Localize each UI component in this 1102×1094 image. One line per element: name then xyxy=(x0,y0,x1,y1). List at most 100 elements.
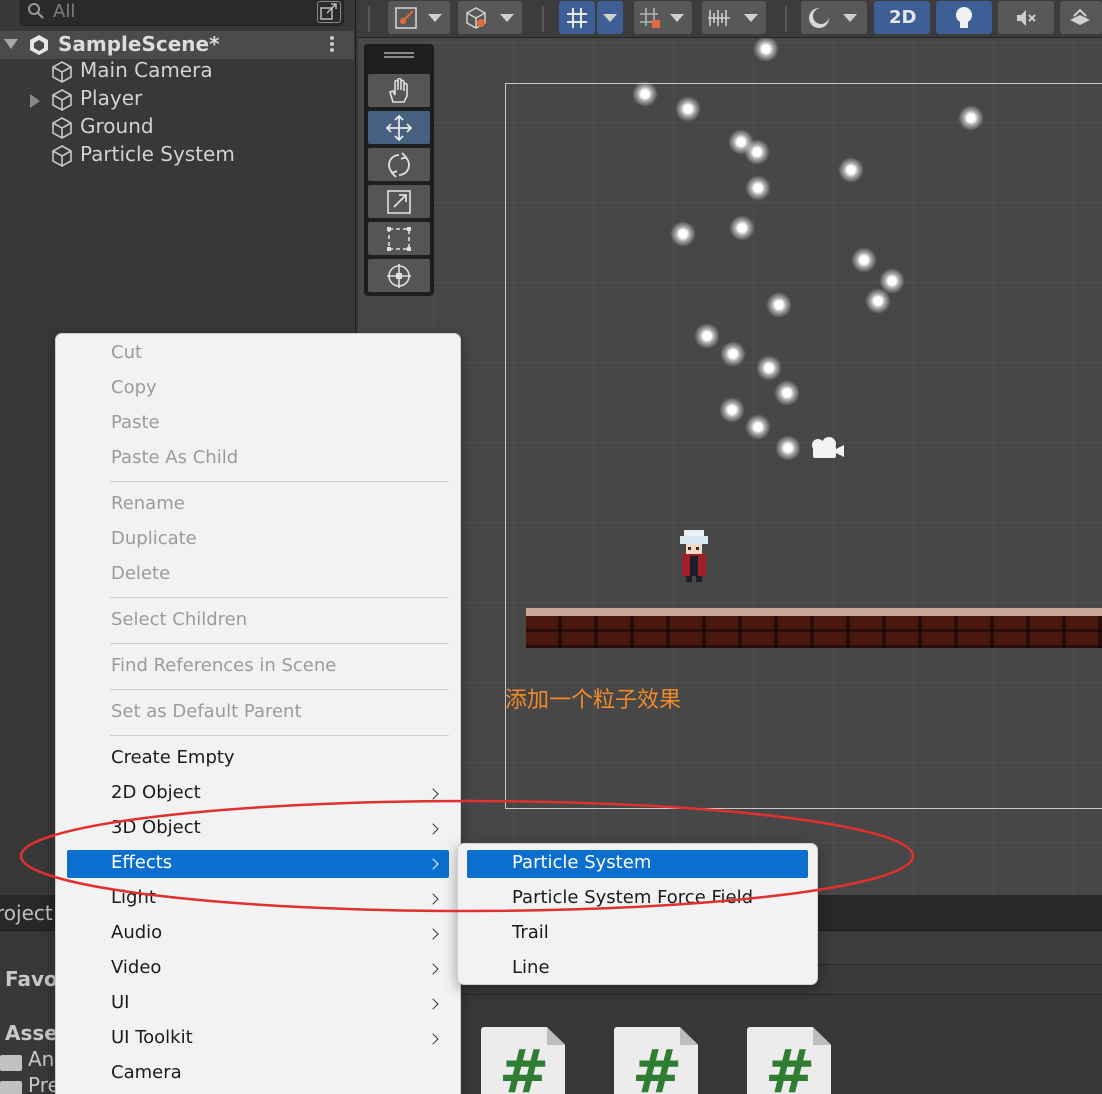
search-icon xyxy=(28,3,44,19)
lightbulb-icon xyxy=(956,7,972,28)
submenu-item-line[interactable]: Line xyxy=(467,955,808,983)
menu-item-label: Effects xyxy=(111,852,173,873)
hierarchy-item-particle-system[interactable]: Particle System xyxy=(0,142,354,170)
particle xyxy=(745,175,771,201)
page-fold xyxy=(547,1027,565,1045)
menu-item-label: 3D Object xyxy=(111,817,201,838)
menu-item-light[interactable]: Light xyxy=(67,885,449,913)
ground-tiles[interactable] xyxy=(526,608,1102,648)
move-tool-button[interactable] xyxy=(368,111,430,144)
menu-item-paste-as-child[interactable]: Paste As Child xyxy=(67,445,449,473)
menu-item-label: Set as Default Parent xyxy=(111,701,302,722)
gameobject-cube-icon xyxy=(52,117,72,139)
menu-item-label: UI xyxy=(111,992,130,1013)
folder-icon xyxy=(0,1081,22,1094)
csharp-script-asset[interactable]: # xyxy=(481,1027,565,1094)
audio-toggle[interactable] xyxy=(998,1,1054,34)
menu-item-effects[interactable]: Effects xyxy=(67,850,449,878)
menu-item-video[interactable]: Video xyxy=(67,955,449,983)
csharp-script-asset[interactable]: # xyxy=(614,1027,698,1094)
mute-speaker-icon xyxy=(1017,10,1036,26)
hierarchy-item-player[interactable]: Player xyxy=(0,86,354,114)
grid-snapping-toggle[interactable] xyxy=(559,1,595,34)
toolbar-separator xyxy=(368,6,370,32)
annotation-text: 添加一个粒子效果 xyxy=(505,688,682,713)
toggle-2d-label: 2D xyxy=(889,7,917,28)
tab-project[interactable]: roject xyxy=(0,901,53,925)
grid-dropdown-button[interactable] xyxy=(597,1,623,34)
expand-arrow-icon[interactable] xyxy=(30,94,40,108)
scene-row[interactable]: SampleScene* xyxy=(0,31,354,59)
menu-item-copy[interactable]: Copy xyxy=(67,375,449,403)
menu-item-camera[interactable]: Camera xyxy=(67,1060,449,1088)
hierarchy-item-ground[interactable]: Ground xyxy=(0,114,354,142)
scale-tool-button[interactable] xyxy=(368,185,430,218)
menu-item-label: Rename xyxy=(111,493,185,514)
menu-separator xyxy=(110,735,449,736)
menu-item-ui[interactable]: UI xyxy=(67,990,449,1018)
expand-icon xyxy=(320,3,337,20)
scene-view[interactable]: 添加一个粒子效果 xyxy=(358,38,1102,895)
favorites-header[interactable]: Favo xyxy=(5,967,58,991)
view-tool-button[interactable] xyxy=(368,74,430,107)
camera-gizmo-icon[interactable] xyxy=(810,436,846,462)
ruler-icon xyxy=(708,10,730,26)
hash-icon: # xyxy=(765,1037,816,1094)
rect-tool-button[interactable] xyxy=(368,222,430,255)
menu-item-label: Video xyxy=(111,957,162,978)
toggle-2d-button[interactable]: 2D xyxy=(874,1,930,34)
global-local-icon xyxy=(466,7,486,29)
menu-item-cut[interactable]: Cut xyxy=(67,340,449,368)
menu-separator xyxy=(110,597,449,598)
menu-item-audio[interactable]: Audio xyxy=(67,920,449,948)
effects-submenu: Particle System Particle System Force Fi… xyxy=(457,843,818,985)
lighting-toggle[interactable] xyxy=(936,1,992,34)
menu-separator xyxy=(110,481,449,482)
menu-item-label: Paste As Child xyxy=(111,447,239,468)
draw-mode-button[interactable] xyxy=(801,1,867,34)
menu-item-paste[interactable]: Paste xyxy=(67,410,449,438)
unity-scene-icon xyxy=(30,35,48,55)
collapse-arrow-icon[interactable] xyxy=(4,39,18,49)
csharp-script-asset[interactable]: # xyxy=(747,1027,831,1094)
menu-item-create-empty[interactable]: Create Empty xyxy=(67,745,449,773)
transform-tool-button[interactable] xyxy=(368,259,430,292)
player-sprite[interactable] xyxy=(676,528,712,584)
particle xyxy=(670,221,696,247)
menu-separator xyxy=(110,643,449,644)
effects-toggle[interactable] xyxy=(1060,1,1102,34)
palette-grip-icon[interactable] xyxy=(384,52,414,58)
menu-item-select-children[interactable]: Select Children xyxy=(67,607,449,635)
submenu-item-particle-force-field[interactable]: Particle System Force Field xyxy=(467,885,808,913)
chevron-down-icon xyxy=(843,14,857,22)
menu-item-set-default-parent[interactable]: Set as Default Parent xyxy=(67,699,449,727)
menu-item-2d-object[interactable]: 2D Object xyxy=(67,780,449,808)
search-expand-button[interactable] xyxy=(317,1,341,23)
submenu-item-trail[interactable]: Trail xyxy=(467,920,808,948)
menu-item-rename[interactable]: Rename xyxy=(67,491,449,519)
tool-handle-position-button[interactable] xyxy=(388,1,450,34)
chevron-down-icon xyxy=(744,14,758,22)
pivot-icon xyxy=(395,7,417,29)
menu-item-3d-object[interactable]: 3D Object xyxy=(67,815,449,843)
snap-increment-button[interactable] xyxy=(634,1,692,34)
menu-item-delete[interactable]: Delete xyxy=(67,561,449,589)
menu-item-duplicate[interactable]: Duplicate xyxy=(67,526,449,554)
submenu-item-particle-system[interactable]: Particle System xyxy=(467,850,808,878)
tool-handle-rotation-button[interactable] xyxy=(458,1,522,34)
move-arrows-icon xyxy=(385,115,413,141)
particle xyxy=(675,96,701,122)
folder-label[interactable]: An xyxy=(28,1047,54,1071)
menu-item-ui-toolkit[interactable]: UI Toolkit xyxy=(67,1025,449,1053)
hierarchy-item-main-camera[interactable]: Main Camera xyxy=(0,58,354,86)
rotate-tool-button[interactable] xyxy=(368,148,430,181)
submenu-item-label: Line xyxy=(512,957,550,978)
hierarchy-item-label: Main Camera xyxy=(80,58,213,82)
menu-item-find-references[interactable]: Find References in Scene xyxy=(67,653,449,681)
more-options-icon[interactable] xyxy=(329,35,335,55)
gameobject-cube-icon xyxy=(52,89,72,111)
hierarchy-search-field[interactable]: All xyxy=(20,0,344,26)
assets-header[interactable]: Asse xyxy=(5,1021,58,1045)
increment-snap-button[interactable] xyxy=(702,1,766,34)
menu-item-label: Cut xyxy=(111,342,143,363)
